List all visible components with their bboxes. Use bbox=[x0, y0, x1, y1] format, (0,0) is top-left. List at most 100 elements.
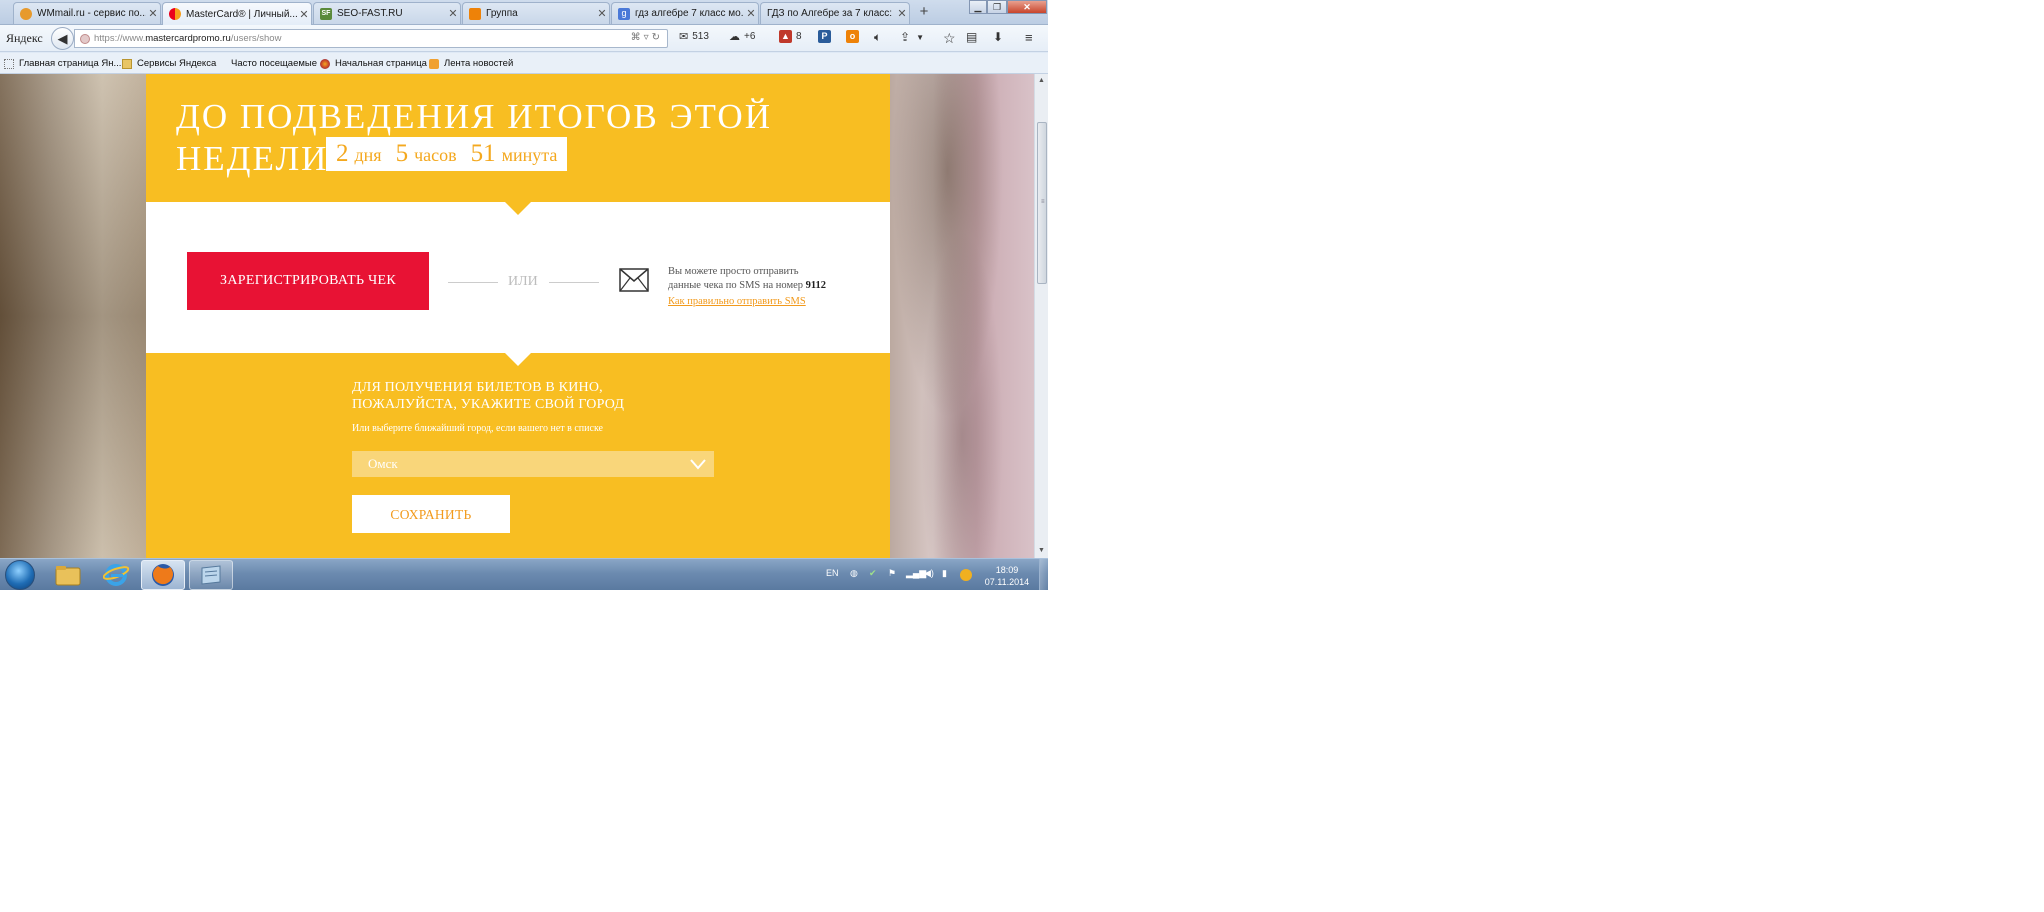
action-center-flag-icon[interactable]: ⚑ bbox=[888, 568, 896, 579]
language-indicator[interactable]: EN bbox=[826, 568, 839, 578]
page-icon bbox=[4, 58, 14, 69]
security-shield-icon[interactable]: ✔ bbox=[869, 568, 877, 579]
firefox-icon bbox=[152, 564, 174, 586]
share-button[interactable]: ⇪ ▼ bbox=[900, 30, 924, 44]
odnoklassniki-favicon-icon bbox=[469, 7, 481, 20]
url-prefix: https://www. bbox=[94, 33, 146, 44]
speaker-icon: 🔈︎ bbox=[874, 30, 882, 44]
folder-icon bbox=[55, 566, 81, 586]
explorer-taskbar-button[interactable] bbox=[46, 560, 90, 590]
close-window-button[interactable]: ✕ bbox=[1007, 0, 1047, 14]
network-globe-icon[interactable]: ◍ bbox=[850, 568, 858, 579]
site-identity-icon[interactable] bbox=[80, 34, 90, 44]
section-pointer bbox=[505, 353, 531, 366]
tab-mastercard[interactable]: MasterCard® | Личный... ✕ bbox=[162, 2, 312, 25]
p-extension-icon: P bbox=[818, 30, 831, 43]
tab-gdz-search[interactable]: g гдз алгебре 7 класс мо... ✕ bbox=[611, 2, 759, 24]
firefox-icon bbox=[320, 58, 330, 69]
vertical-scrollbar[interactable]: ▲ ≡ ▼ bbox=[1034, 74, 1048, 558]
headline-line1: ДО ПОДВЕДЕНИЯ ИТОГОВ ЭТОЙ bbox=[176, 97, 772, 136]
scrollbar-thumb[interactable]: ≡ bbox=[1037, 122, 1047, 284]
extension-ok-button[interactable]: o bbox=[846, 30, 859, 43]
internet-explorer-icon bbox=[103, 564, 129, 586]
mastercard-favicon-icon bbox=[169, 8, 181, 20]
close-tab-icon[interactable]: ✕ bbox=[895, 7, 909, 20]
navigation-bar: Яндекс ◀ https://www.mastercardpromo.ru/… bbox=[0, 25, 1048, 52]
scroll-down-arrow-icon[interactable]: ▼ bbox=[1035, 544, 1048, 558]
sms-text: данные чека по SMS на номер bbox=[668, 280, 804, 291]
bookmark-label: Главная страница Ян... bbox=[19, 58, 122, 69]
tab-gdz-algebra[interactable]: ГДЗ по Алгебре за 7 класс: ... ✕ bbox=[760, 2, 910, 24]
extension-p-button[interactable]: P bbox=[818, 30, 831, 43]
sms-number: 9112 bbox=[805, 280, 827, 291]
tab-title: ГДЗ по Алгебре за 7 класс: ... bbox=[767, 8, 895, 19]
new-tab-button[interactable]: + bbox=[914, 4, 934, 22]
close-tab-icon[interactable]: ✕ bbox=[595, 7, 609, 20]
address-bar[interactable]: https://www.mastercardpromo.ru/users/sho… bbox=[74, 29, 668, 48]
start-button[interactable] bbox=[5, 560, 35, 590]
divider-line bbox=[448, 282, 498, 283]
notifications-widget[interactable]: ▲ 8 bbox=[779, 30, 802, 43]
app-tray-icon[interactable] bbox=[960, 569, 972, 581]
tab-title: WMmail.ru - сервис по... bbox=[37, 8, 146, 19]
power-icon[interactable]: ▮ bbox=[942, 568, 947, 579]
hours-value: 5 bbox=[395, 140, 409, 167]
countdown-timer: 2 дня 5 часов 51 минута bbox=[326, 137, 568, 171]
background-photo-right bbox=[890, 74, 1034, 558]
notification-icon: ▲ bbox=[779, 30, 792, 43]
bookmarks-menu-button[interactable]: ▤ bbox=[966, 30, 977, 44]
minimize-button[interactable]: ▁ bbox=[969, 0, 987, 14]
restore-button[interactable]: ❐ bbox=[987, 0, 1007, 14]
register-check-button[interactable]: ЗАРЕГИСТРИРОВАТЬ ЧЕК bbox=[187, 252, 429, 310]
reload-icon[interactable]: ↻ bbox=[652, 32, 663, 43]
firefox-taskbar-button[interactable] bbox=[141, 560, 185, 590]
weather-widget[interactable]: ☁ +6 bbox=[729, 30, 755, 43]
sms-help-link[interactable]: Как правильно отправить SMS bbox=[668, 296, 806, 307]
close-tab-icon[interactable]: ✕ bbox=[146, 7, 160, 20]
tab-group[interactable]: Группа ✕ bbox=[462, 2, 610, 24]
mail-widget[interactable]: ✉ 513 bbox=[679, 30, 709, 43]
background-photo-left bbox=[0, 74, 146, 558]
tab-seo-fast[interactable]: SF SEO-FAST.RU ✕ bbox=[313, 2, 461, 24]
section-pointer bbox=[505, 202, 531, 215]
windows-taskbar: EN ◍ ✔ ⚑ ▂▄▆ ◀) ▮ 18:09 07.11.2014 bbox=[0, 558, 1048, 590]
bookmark-star-button[interactable]: ☆ bbox=[943, 30, 956, 47]
system-clock[interactable]: 18:09 07.11.2014 bbox=[982, 564, 1032, 588]
mail-count: 513 bbox=[692, 31, 709, 42]
bookmark-item[interactable]: Начальная страница bbox=[320, 58, 427, 69]
city-select[interactable]: Омск bbox=[352, 451, 714, 477]
ie-taskbar-button[interactable] bbox=[94, 560, 138, 590]
days-value: 2 bbox=[336, 140, 349, 167]
hamburger-icon: ≡ bbox=[1025, 30, 1033, 45]
back-button[interactable]: ◀ bbox=[51, 27, 74, 50]
reader-icon[interactable]: ⌘ bbox=[631, 32, 644, 43]
tab-wmmail[interactable]: WMmail.ru - сервис по... ✕ bbox=[13, 2, 161, 24]
dropdown-icon[interactable]: ▿ bbox=[644, 32, 652, 43]
menu-button[interactable]: ≡ bbox=[1025, 30, 1033, 45]
bookmarks-bar: Главная страница Ян... Сервисы Яндекса Ч… bbox=[0, 53, 1048, 74]
bookmark-item[interactable]: Главная страница Ян... bbox=[4, 58, 121, 69]
app-taskbar-button[interactable] bbox=[189, 560, 233, 590]
close-tab-icon[interactable]: ✕ bbox=[744, 7, 758, 20]
sound-button[interactable]: 🔈︎ bbox=[874, 30, 881, 45]
bookmark-item[interactable]: Лента новостей bbox=[429, 58, 513, 69]
yandex-logo[interactable]: Яндекс bbox=[6, 31, 43, 46]
downloads-button[interactable]: ⬇ bbox=[993, 30, 1003, 44]
weather-temp: +6 bbox=[744, 31, 756, 42]
close-tab-icon[interactable]: ✕ bbox=[446, 7, 460, 20]
volume-icon[interactable]: ◀) bbox=[924, 568, 934, 579]
hours-unit: часов bbox=[414, 145, 457, 165]
share-dropdown-icon[interactable]: ▼ bbox=[916, 33, 924, 42]
notification-count: 8 bbox=[796, 31, 802, 42]
divider-line bbox=[549, 282, 599, 283]
scroll-up-arrow-icon[interactable]: ▲ bbox=[1035, 74, 1048, 88]
bookmark-item[interactable]: Часто посещаемые bbox=[218, 58, 317, 69]
bookmark-item[interactable]: Сервисы Яндекса bbox=[122, 58, 216, 69]
save-button[interactable]: СОХРАНИТЬ bbox=[352, 495, 510, 533]
close-tab-icon[interactable]: ✕ bbox=[297, 8, 311, 21]
chevron-down-icon bbox=[690, 459, 706, 470]
minutes-unit: минута bbox=[501, 145, 558, 165]
show-desktop-button[interactable] bbox=[1039, 559, 1048, 590]
url-text: https://www.mastercardpromo.ru/users/sho… bbox=[94, 33, 281, 44]
clock-date: 07.11.2014 bbox=[984, 577, 1030, 587]
